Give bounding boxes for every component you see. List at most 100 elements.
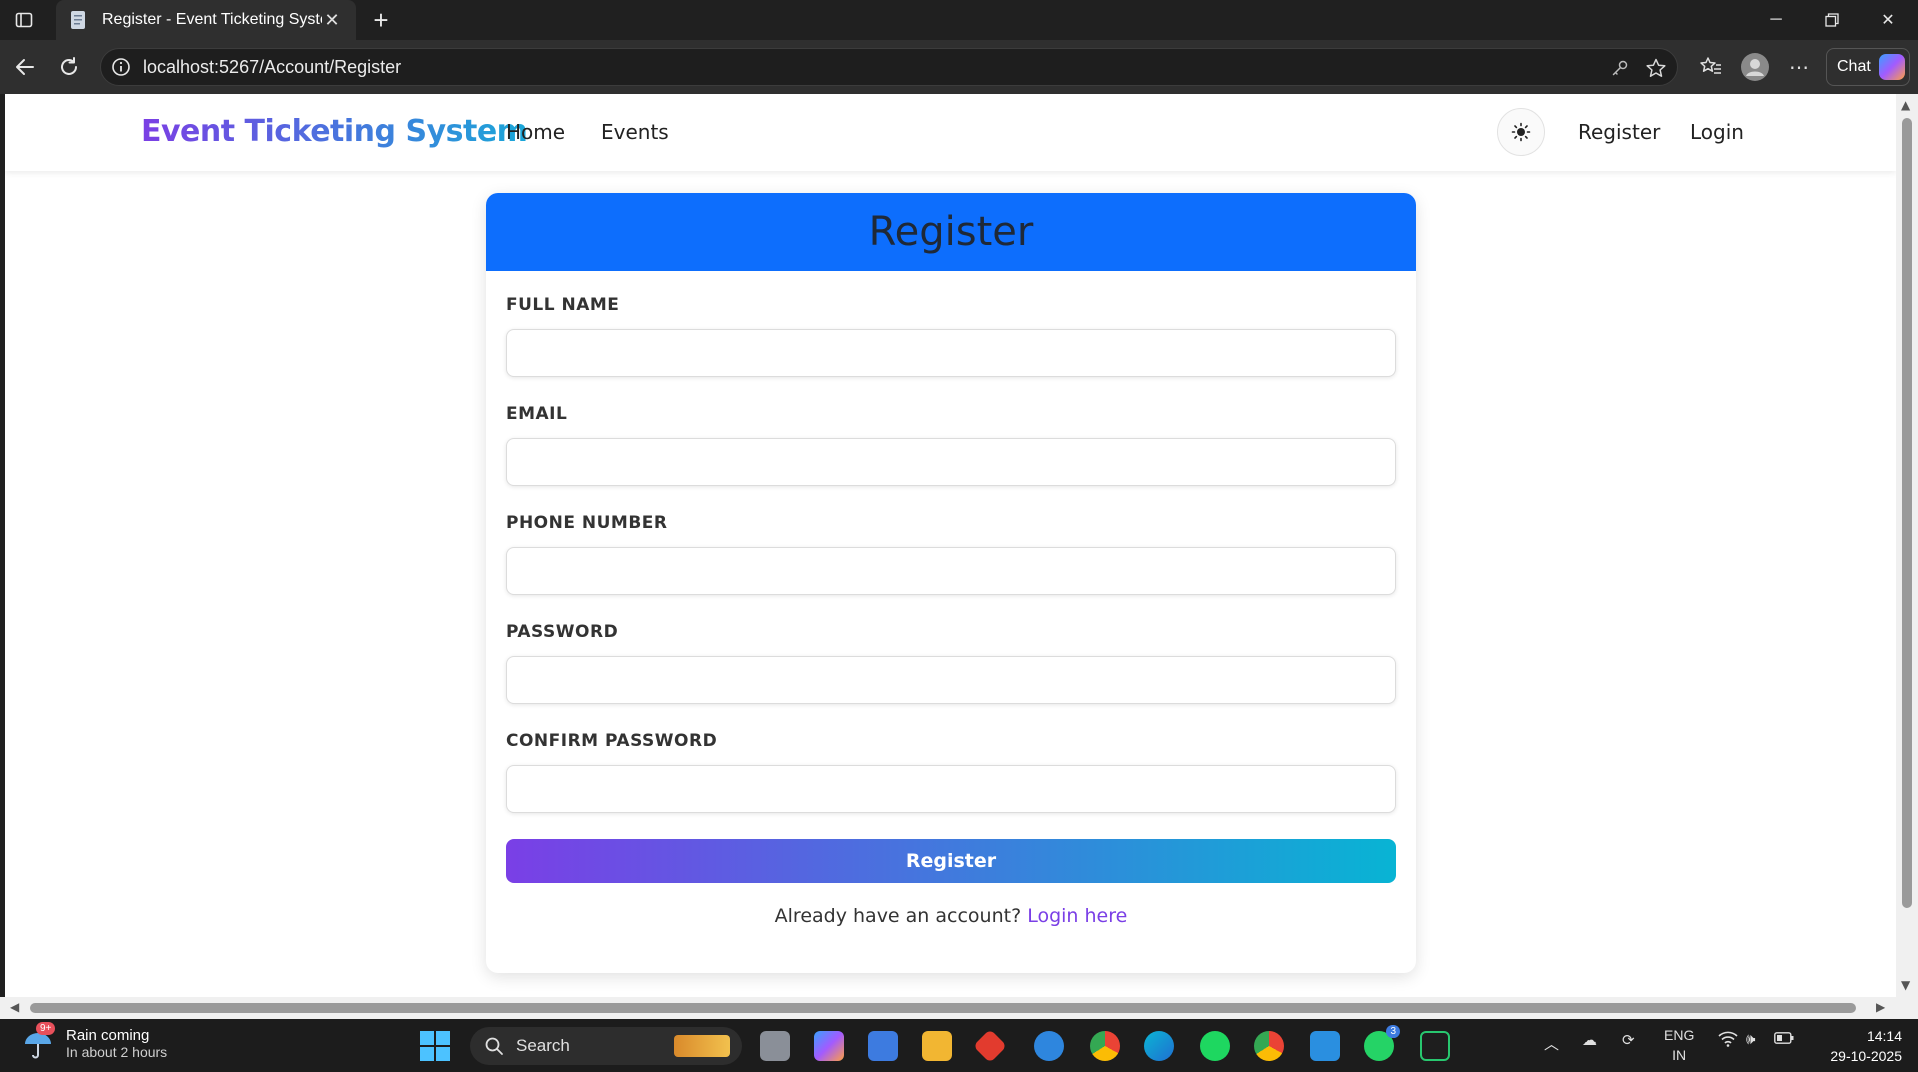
search-highlight-icon — [674, 1035, 730, 1057]
git-app-icon[interactable] — [973, 1029, 1007, 1063]
taskbar-search-box[interactable]: Search — [470, 1027, 742, 1065]
theme-toggle-button[interactable] — [1497, 108, 1545, 156]
browser-titlebar: Register - Event Ticketing System ✕ + ─ … — [0, 0, 1918, 40]
sync-icon[interactable]: ⟳ — [1622, 1031, 1635, 1049]
email-label: EMAIL — [506, 404, 568, 424]
full-name-input[interactable] — [506, 329, 1396, 377]
login-here-link[interactable]: Login here — [1027, 905, 1127, 927]
volume-icon[interactable]: 🕪 — [1746, 1031, 1755, 1048]
help-app-icon[interactable] — [1034, 1031, 1064, 1061]
close-window-button[interactable]: ✕ — [1860, 0, 1916, 40]
weather-title: Rain coming — [66, 1027, 150, 1044]
weather-subtitle: In about 2 hours — [66, 1044, 168, 1060]
more-options-icon[interactable]: ⋯ — [1786, 54, 1812, 80]
umbrella-icon: 9+ — [22, 1021, 56, 1060]
password-input[interactable] — [506, 656, 1396, 704]
browser-toolbar: localhost:5267/Account/Register ⋯ Chat — [0, 40, 1918, 94]
whatsapp-icon[interactable]: 3 — [1364, 1025, 1400, 1061]
task-view-icon[interactable] — [760, 1031, 790, 1061]
scroll-left-icon[interactable]: ◀ — [10, 1000, 19, 1014]
register-submit-button[interactable]: Register — [506, 839, 1396, 883]
nav-link-register[interactable]: Register — [1578, 120, 1660, 144]
nav-link-login[interactable]: Login — [1690, 120, 1744, 144]
file-explorer-icon[interactable] — [922, 1031, 952, 1061]
browser-tab-active[interactable]: Register - Event Ticketing System ✕ — [56, 0, 356, 40]
weather-badge: 9+ — [36, 1021, 56, 1035]
nav-link-home[interactable]: Home — [506, 120, 565, 144]
password-label: PASSWORD — [506, 622, 619, 642]
page-viewport: Event Ticketing System Home Events Regis… — [5, 94, 1896, 997]
scroll-down-icon[interactable]: ▼ — [1901, 978, 1910, 992]
scroll-right-icon[interactable]: ▶ — [1876, 1000, 1885, 1014]
favorite-star-icon[interactable] — [1645, 57, 1667, 79]
weather-widget[interactable]: 9+ Rain coming In about 2 hours — [22, 1021, 168, 1060]
windows-taskbar: 9+ Rain coming In about 2 hours Search 3… — [0, 1019, 1918, 1072]
site-brand-link[interactable]: Event Ticketing System — [141, 114, 528, 149]
register-heading: Register — [868, 209, 1034, 255]
site-navbar: Event Ticketing System Home Events Regis… — [5, 94, 1896, 171]
horizontal-scrollbar[interactable]: ◀ ▶ — [0, 997, 1918, 1019]
edge-icon[interactable] — [1144, 1031, 1174, 1061]
copilot-chat-button[interactable]: Chat — [1826, 48, 1910, 86]
full-name-label: FULL NAME — [506, 295, 620, 315]
chrome-icon[interactable] — [1090, 1031, 1120, 1061]
copilot-icon — [1878, 54, 1905, 80]
login-prompt-text: Already have an account? — [774, 905, 1022, 927]
url-text: localhost:5267/Account/Register — [143, 57, 402, 77]
new-tab-button[interactable]: + — [366, 6, 396, 36]
vscode-icon[interactable] — [1310, 1031, 1340, 1061]
taskbar-clock[interactable]: 14:14 29-10-2025 — [1806, 1026, 1902, 1066]
profile-avatar[interactable] — [1740, 52, 1770, 82]
nav-link-events[interactable]: Events — [601, 120, 669, 144]
back-button[interactable] — [10, 52, 40, 82]
email-field-group: EMAIL — [506, 404, 1396, 513]
password-field-group: PASSWORD — [506, 622, 1396, 731]
reload-button[interactable] — [54, 52, 84, 82]
restore-button[interactable] — [1804, 0, 1860, 40]
key-icon[interactable] — [1609, 57, 1631, 79]
store-app-icon[interactable] — [868, 1031, 898, 1061]
phone-number-input[interactable] — [506, 547, 1396, 595]
wifi-icon[interactable] — [1718, 1031, 1738, 1051]
sun-icon — [1511, 122, 1531, 142]
copilot-app-icon[interactable] — [814, 1031, 844, 1061]
confirm-password-field-group: CONFIRM PASSWORD — [506, 731, 1396, 840]
horizontal-scroll-thumb[interactable] — [30, 1003, 1856, 1013]
language-indicator[interactable]: ENG IN — [1664, 1025, 1694, 1065]
battery-icon[interactable] — [1774, 1031, 1794, 1048]
spotify-icon[interactable] — [1200, 1031, 1230, 1061]
vertical-scrollbar[interactable]: ▲ ▼ — [1896, 94, 1918, 997]
register-card-header: Register — [486, 193, 1416, 271]
minimize-button[interactable]: ─ — [1748, 0, 1804, 40]
search-icon — [485, 1037, 503, 1055]
email-input[interactable] — [506, 438, 1396, 486]
chrome-profile-icon[interactable] — [1254, 1031, 1284, 1061]
tab-actions-icon[interactable] — [14, 10, 34, 30]
login-prompt: Already have an account? Login here — [486, 905, 1416, 927]
phone-number-label: PHONE NUMBER — [506, 513, 668, 533]
register-form: FULL NAME EMAIL PHONE NUMBER PASSWORD CO… — [486, 271, 1416, 840]
language-code: ENG — [1664, 1027, 1695, 1043]
tab-title: Register - Event Ticketing System — [102, 11, 322, 28]
full-name-field-group: FULL NAME — [506, 295, 1396, 404]
scroll-up-icon[interactable]: ▲ — [1901, 98, 1910, 112]
chat-label: Chat — [1837, 58, 1871, 75]
region-code: IN — [1672, 1047, 1687, 1063]
site-info-icon[interactable] — [111, 57, 131, 77]
register-card: Register FULL NAME EMAIL PHONE NUMBER PA… — [486, 193, 1416, 973]
windows-start-icon[interactable] — [420, 1031, 450, 1061]
close-tab-icon[interactable]: ✕ — [322, 10, 342, 31]
phone-field-group: PHONE NUMBER — [506, 513, 1396, 622]
whatsapp-badge: 3 — [1386, 1025, 1400, 1038]
vertical-scroll-thumb[interactable] — [1902, 118, 1912, 908]
address-bar[interactable]: localhost:5267/Account/Register — [100, 48, 1678, 86]
favorites-icon[interactable] — [1698, 54, 1724, 80]
confirm-password-input[interactable] — [506, 765, 1396, 813]
show-hidden-icons-chevron-icon[interactable]: ︿ — [1544, 1033, 1559, 1054]
clock-time: 14:14 — [1866, 1028, 1902, 1044]
terminal-app-icon[interactable] — [1420, 1031, 1450, 1061]
onedrive-cloud-icon[interactable]: ☁ — [1582, 1031, 1597, 1049]
search-label: Search — [516, 1036, 570, 1055]
clock-date: 29-10-2025 — [1830, 1048, 1902, 1064]
page-favicon-icon — [71, 11, 85, 29]
